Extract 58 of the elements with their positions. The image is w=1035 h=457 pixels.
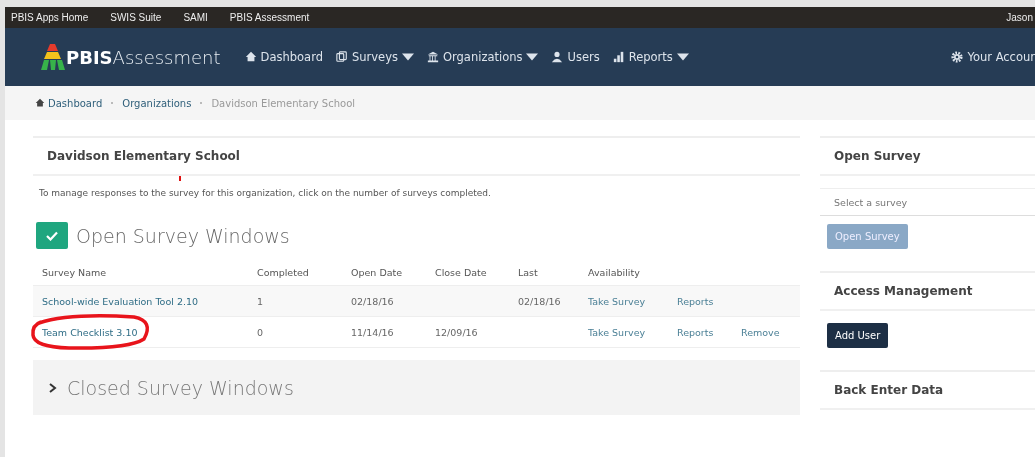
caret-icon (401, 51, 414, 63)
panel-title: Back Enter Data (820, 370, 1035, 410)
breadcrumb-link[interactable]: Dashboard (35, 97, 103, 109)
column-header: Close Date (435, 266, 488, 278)
documents-icon (335, 51, 348, 63)
breadcrumb-link[interactable]: Organizations (122, 97, 192, 109)
table-cell-text: 12/09/16 (435, 326, 479, 338)
home-icon (244, 51, 257, 63)
table-link[interactable]: Remove (741, 326, 801, 338)
table-link[interactable]: Take Survey (588, 326, 677, 338)
top-bar-link[interactable]: SAMI (183, 12, 208, 23)
collapsed-section[interactable]: Closed Survey Windows (33, 360, 800, 415)
caret-icon (676, 51, 689, 63)
top-bar-link[interactable]: SWIS Suite (110, 12, 162, 23)
separator-icon (110, 99, 115, 107)
table-link[interactable]: Reports (677, 326, 741, 338)
breadcrumb-current: Davidson Elementary School (211, 97, 356, 109)
instructions-text: To manage responses to the survey for this organization, click on the number of surveys completed. (39, 188, 491, 198)
section-title: Open Survey Windows (76, 224, 290, 247)
user-name[interactable]: Jason (1006, 12, 1035, 23)
chevron-icon (49, 382, 57, 393)
table-cell-text: 11/14/16 (351, 326, 395, 338)
table-link[interactable]: Reports (677, 295, 741, 307)
user-icon (551, 51, 564, 63)
separator-icon (199, 99, 204, 107)
top-bar-link[interactable]: PBIS Assessment (229, 12, 310, 23)
panel-title: Open Survey (820, 136, 1035, 176)
nav-item[interactable]: Reports (612, 50, 689, 64)
table-cell-text: 0 (257, 326, 265, 338)
panel-title: Access Management (820, 271, 1035, 311)
table-cell-text: 02/18/16 (518, 295, 562, 307)
table-cell-text: 02/18/16 (351, 295, 395, 307)
nav-item[interactable]: Users (551, 50, 600, 64)
nav-item[interactable]: Dashboard (244, 50, 323, 64)
caret-icon (526, 51, 539, 63)
brand-name[interactable]: PBISAssessment (66, 46, 221, 68)
column-header: Last (518, 266, 539, 278)
bar-chart-icon (612, 51, 625, 63)
account-menu[interactable]: Your Accour (951, 50, 1035, 64)
card-title: Davidson Elementary School (33, 136, 800, 176)
home-icon (35, 98, 45, 108)
add-user-button[interactable]: Add User (827, 323, 889, 348)
top-bar-link[interactable]: PBIS Apps Home (11, 12, 89, 23)
table-cell-text: 1 (257, 295, 265, 307)
settings-icon (951, 51, 964, 63)
column-header: Open Date (351, 266, 404, 278)
column-header: Availability (588, 266, 641, 278)
building-icon (426, 51, 439, 63)
check-icon (36, 222, 68, 249)
annotation-mark (179, 176, 181, 181)
nav-item[interactable]: Surveys (335, 50, 414, 64)
survey-link[interactable]: School-wide Evaluation Tool 2.10 (42, 295, 257, 307)
table-link[interactable]: Take Survey (588, 295, 677, 307)
logo-icon (40, 42, 66, 72)
column-header: Survey Name (42, 266, 108, 278)
survey-link[interactable]: Team Checklist 3.10 (42, 326, 257, 338)
column-header: Completed (257, 266, 310, 278)
nav-item[interactable]: Organizations (426, 50, 539, 64)
